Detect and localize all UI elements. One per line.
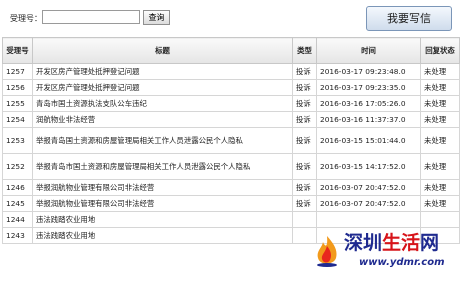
cell-status: 未处理 — [420, 153, 460, 180]
cell-id: 1254 — [2, 111, 33, 128]
search-label: 受理号： — [10, 14, 42, 23]
cell-status: 未处理 — [420, 127, 460, 154]
cell-type: 投诉 — [292, 127, 317, 154]
table-row[interactable]: 1246 举报润航物业管理有限公司非法经营 投诉 2016-03-07 20:4… — [2, 179, 460, 196]
site-watermark: 深圳生活网 www.ydmr.com — [312, 226, 460, 281]
table-row[interactable]: 1245 举报润航物业管理有限公司非法经营 投诉 2016-03-07 20:4… — [2, 195, 460, 212]
cell-type: 投诉 — [292, 63, 317, 80]
search-button[interactable]: 查询 — [143, 10, 170, 25]
table-row[interactable]: 1252 举报青岛市国土资源和房屋管理局相关工作人员泄露公民个人隐私 投诉 20… — [2, 153, 460, 180]
cell-status: 未处理 — [420, 179, 460, 196]
watermark-brand-b: 生活 — [382, 232, 421, 254]
cell-title-link[interactable]: 举报润航物业管理有限公司非法经营 — [32, 195, 293, 212]
cell-status: 未处理 — [420, 111, 460, 128]
cell-id: 1245 — [2, 195, 33, 212]
cell-id: 1246 — [2, 179, 33, 196]
cell-type: 投诉 — [292, 111, 317, 128]
cell-status: 未处理 — [420, 79, 460, 96]
cell-type: 投诉 — [292, 79, 317, 96]
cell-title-link[interactable]: 举报润航物业管理有限公司非法经营 — [32, 179, 293, 196]
watermark-brand: 深圳生活网 — [344, 228, 439, 255]
cell-title-link[interactable]: 举报青岛国土资源和房屋管理局相关工作人员泄露公民个人隐私 — [32, 127, 293, 154]
watermark-brand-c: 网 — [420, 232, 440, 254]
cell-id: 1257 — [2, 63, 33, 80]
search-input[interactable] — [42, 10, 140, 24]
cell-time: 2016-03-15 15:01:44.0 — [316, 127, 421, 154]
table-row[interactable]: 1253 举报青岛国土资源和房屋管理局相关工作人员泄露公民个人隐私 投诉 201… — [2, 127, 460, 154]
cell-status: 未处理 — [420, 195, 460, 212]
col-header-id: 受理号 — [2, 37, 33, 64]
cell-id: 1256 — [2, 79, 33, 96]
cell-title-link[interactable]: 违法践踏农业用地 — [32, 227, 293, 244]
cell-title-link[interactable]: 开发区房产管理处抵押登记问题 — [32, 79, 293, 96]
cell-type: 投诉 — [292, 195, 317, 212]
cell-title-link[interactable]: 青岛市国土资源执法支队公车违纪 — [32, 95, 293, 112]
cell-title-link[interactable]: 开发区房产管理处抵押登记问题 — [32, 63, 293, 80]
cell-id: 1244 — [2, 211, 33, 228]
cell-status: 未处理 — [420, 63, 460, 80]
cell-time: 2016-03-16 11:37:37.0 — [316, 111, 421, 128]
cell-status: 未处理 — [420, 95, 460, 112]
cell-id: 1243 — [2, 227, 33, 244]
watermark-brand-a: 深圳 — [344, 232, 383, 254]
table-header-row: 受理号 标题 类型 时间 回复状态 — [2, 37, 460, 64]
cell-title-link[interactable]: 违法践踏农业用地 — [32, 211, 293, 228]
watermark-url: www.ydmr.com — [359, 257, 445, 268]
write-letter-button[interactable]: 我要写信 — [366, 6, 452, 31]
cell-time: 2016-03-16 17:05:26.0 — [316, 95, 421, 112]
table-row[interactable]: 1255 青岛市国土资源执法支队公车违纪 投诉 2016-03-16 17:05… — [2, 95, 460, 112]
cell-time: 2016-03-17 09:23:35.0 — [316, 79, 421, 96]
col-header-title: 标题 — [32, 37, 293, 64]
col-header-time: 时间 — [316, 37, 421, 64]
cell-type: 投诉 — [292, 95, 317, 112]
complaint-table: 受理号 标题 类型 时间 回复状态 1257 开发区房产管理处抵押登记问题 投诉… — [2, 37, 460, 244]
search-bar: 受理号： 查询 我要写信 — [0, 0, 460, 36]
cell-time: 2016-03-07 20:47:52.0 — [316, 195, 421, 212]
cell-id: 1255 — [2, 95, 33, 112]
flame-logo-icon — [317, 236, 337, 267]
cell-time: 2016-03-07 20:47:52.0 — [316, 179, 421, 196]
col-header-status: 回复状态 — [420, 37, 460, 64]
cell-id: 1253 — [2, 127, 33, 154]
col-header-type: 类型 — [292, 37, 317, 64]
cell-id: 1252 — [2, 153, 33, 180]
cell-type: 投诉 — [292, 153, 317, 180]
table-row[interactable]: 1254 润航物业非法经营 投诉 2016-03-16 11:37:37.0 未… — [2, 111, 460, 128]
table-row[interactable]: 1256 开发区房产管理处抵押登记问题 投诉 2016-03-17 09:23:… — [2, 79, 460, 96]
cell-type: 投诉 — [292, 179, 317, 196]
cell-title-link[interactable]: 润航物业非法经营 — [32, 111, 293, 128]
cell-time: 2016-03-17 09:23:48.0 — [316, 63, 421, 80]
table-row[interactable]: 1257 开发区房产管理处抵押登记问题 投诉 2016-03-17 09:23:… — [2, 63, 460, 80]
cell-title-link[interactable]: 举报青岛市国土资源和房屋管理局相关工作人员泄露公民个人隐私 — [32, 153, 293, 180]
cell-time: 2016-03-15 14:17:52.0 — [316, 153, 421, 180]
